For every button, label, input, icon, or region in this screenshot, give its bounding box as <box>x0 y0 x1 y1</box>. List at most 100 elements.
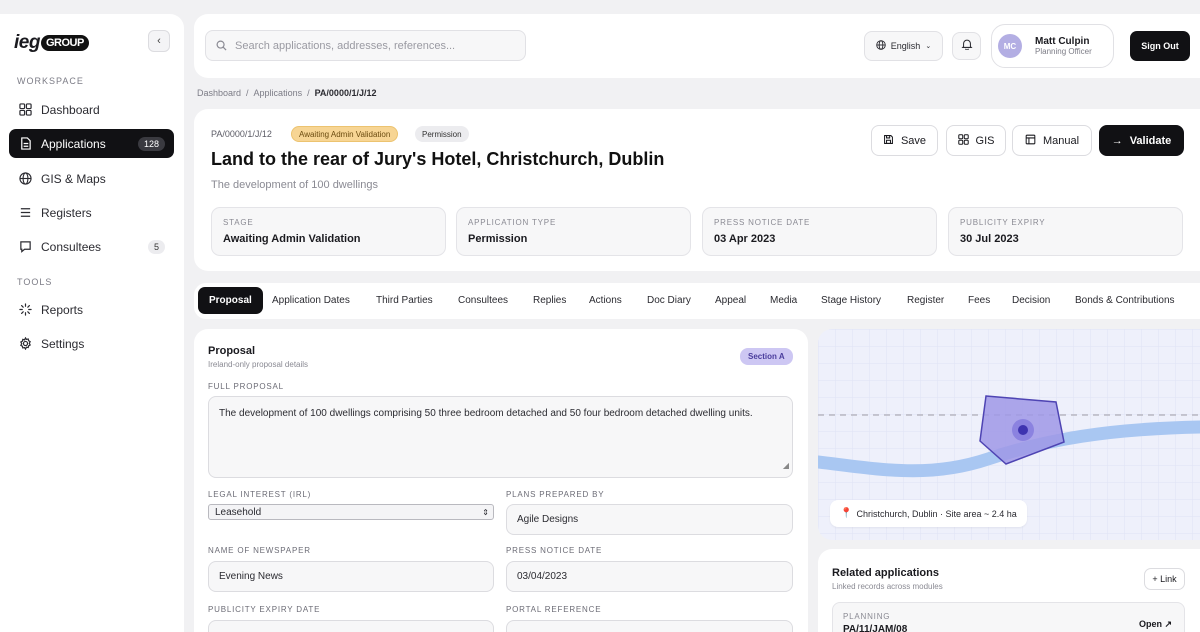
tab-proposal[interactable]: Proposal <box>198 287 263 314</box>
press-notice-date-label: PRESS NOTICE DATE <box>506 546 603 555</box>
sidebar-item-gis-maps[interactable]: GIS & Maps <box>9 164 174 193</box>
status-badge: Awaiting Admin Validation <box>291 126 399 142</box>
legal-interest-select[interactable]: Leasehold ⇕ <box>208 504 494 520</box>
site-marker[interactable] <box>1018 425 1028 435</box>
proposal-subtitle: Ireland-only proposal details <box>208 360 309 369</box>
sidebar: ieg GROUP ‹ WORKSPACE Dashboard Applicati… <box>0 14 184 632</box>
sidebar-item-reports[interactable]: Reports <box>9 295 174 324</box>
user-role: Planning Officer <box>1035 47 1092 56</box>
tab-appeal[interactable]: Appeal <box>715 287 746 314</box>
gear-icon <box>18 337 32 351</box>
tab-register[interactable]: Register <box>907 287 944 314</box>
stat-press-notice-date: PRESS NOTICE DATE 03 Apr 2023 <box>702 207 937 256</box>
stat-value: Permission <box>468 233 528 245</box>
workspace-section-label: WORKSPACE <box>17 76 84 86</box>
globe-icon <box>18 172 32 186</box>
applications-count-badge: 128 <box>137 136 165 151</box>
gis-label: GIS <box>975 134 995 147</box>
sign-out-button[interactable]: Sign Out <box>1130 31 1190 61</box>
type-badge: Permission <box>415 126 469 142</box>
plans-prepared-label: PLANS PREPARED BY <box>506 490 605 499</box>
tab-third-parties[interactable]: Third Parties <box>376 287 433 314</box>
gis-button[interactable]: GIS <box>946 125 1006 156</box>
tab-actions[interactable]: Actions <box>589 287 622 314</box>
user-menu[interactable]: MC Matt Culpin Planning Officer <box>991 24 1114 68</box>
proposal-card: Proposal Ireland-only proposal details S… <box>194 329 808 632</box>
notifications-button[interactable] <box>952 32 981 60</box>
sidebar-item-applications[interactable]: Applications 128 <box>9 129 174 158</box>
add-link-button[interactable]: + Link <box>1144 568 1185 590</box>
chat-icon <box>18 240 32 254</box>
sidebar-item-label: Settings <box>41 336 85 351</box>
page-subtitle: The development of 100 dwellings <box>211 179 378 191</box>
logo-main: ieg <box>14 32 40 53</box>
portal-reference-field[interactable] <box>506 620 793 632</box>
proposal-title: Proposal <box>208 345 256 357</box>
legal-interest-label: LEGAL INTEREST (IRL) <box>208 490 312 499</box>
file-icon <box>18 137 32 151</box>
sidebar-item-label: Consultees <box>41 239 102 254</box>
tab-bonds-contributions[interactable]: Bonds & Contributions <box>1075 287 1175 314</box>
search-icon <box>216 40 227 51</box>
tab-decision[interactable]: Decision <box>1012 287 1050 314</box>
tab-bar: Proposal Application Dates Third Parties… <box>194 283 1200 319</box>
breadcrumb: Dashboard / Applications / PA/0000/1/J/12 <box>197 88 377 98</box>
list-item[interactable]: PLANNING PA/11/JAM/08 Open ↗ <box>832 602 1185 632</box>
newspaper-label: NAME OF NEWSPAPER <box>208 546 311 555</box>
resize-handle-icon[interactable]: ◢ <box>783 458 789 474</box>
page-title: Land to the rear of Jury's Hotel, Christ… <box>211 149 665 169</box>
press-notice-date-value: 03/04/2023 <box>517 571 568 582</box>
tab-application-dates[interactable]: Application Dates <box>272 287 350 314</box>
list-icon <box>18 206 32 220</box>
manual-button[interactable]: Manual <box>1012 125 1092 156</box>
search-placeholder: Search applications, addresses, referenc… <box>235 39 456 52</box>
stat-value: 30 Jul 2023 <box>960 233 1019 245</box>
sidebar-item-consultees[interactable]: Consultees 5 <box>9 232 174 261</box>
breadcrumb-dashboard[interactable]: Dashboard <box>197 88 241 98</box>
sidebar-item-label: Registers <box>41 205 92 220</box>
sidebar-item-label: Reports <box>41 302 84 317</box>
tab-fees[interactable]: Fees <box>968 287 990 314</box>
plans-prepared-value: Agile Designs <box>517 514 579 525</box>
save-label: Save <box>900 134 927 147</box>
tab-media[interactable]: Media <box>770 287 797 314</box>
full-proposal-textarea[interactable]: The development of 100 dwellings compris… <box>208 396 793 478</box>
sidebar-item-label: GIS & Maps <box>41 171 106 186</box>
publicity-expiry-field[interactable] <box>208 620 494 632</box>
spinner-icon <box>18 303 32 317</box>
sidebar-item-registers[interactable]: Registers <box>9 198 174 227</box>
newspaper-value: Evening News <box>219 571 283 582</box>
search-input[interactable]: Search applications, addresses, referenc… <box>205 30 526 61</box>
tab-consultees[interactable]: Consultees <box>458 287 508 314</box>
validate-button[interactable]: → Validate <box>1099 125 1184 156</box>
sidebar-item-label: Dashboard <box>41 102 100 117</box>
newspaper-field[interactable]: Evening News <box>208 561 494 592</box>
book-icon <box>1025 134 1036 148</box>
save-icon <box>883 134 894 148</box>
sidebar-item-settings[interactable]: Settings <box>9 329 174 358</box>
stat-label: STAGE <box>223 218 254 227</box>
map-location-chip: 📍 Christchurch, Dublin · Site area ~ 2.4… <box>830 500 1027 527</box>
stat-label: PRESS NOTICE DATE <box>714 218 811 227</box>
full-proposal-label: FULL PROPOSAL <box>208 382 284 391</box>
collapse-sidebar-button[interactable]: ‹ <box>148 30 170 52</box>
avatar: MC <box>998 34 1022 58</box>
dashboard-icon <box>18 103 32 117</box>
tab-replies[interactable]: Replies <box>533 287 566 314</box>
stat-label: PUBLICITY EXPIRY <box>960 218 1046 227</box>
stat-publicity-expiry: PUBLICITY EXPIRY 30 Jul 2023 <box>948 207 1183 256</box>
tab-stage-history[interactable]: Stage History <box>821 287 881 314</box>
bell-icon <box>960 37 973 55</box>
save-button[interactable]: Save <box>871 125 938 156</box>
press-notice-date-field[interactable]: 03/04/2023 <box>506 561 793 592</box>
stat-application-type: APPLICATION TYPE Permission <box>456 207 691 256</box>
breadcrumb-applications[interactable]: Applications <box>254 88 303 98</box>
brand-logo[interactable]: ieg GROUP <box>14 32 89 54</box>
plans-prepared-field[interactable]: Agile Designs <box>506 504 793 535</box>
open-link[interactable]: Open ↗ <box>1139 619 1172 630</box>
tab-doc-diary[interactable]: Doc Diary <box>647 287 691 314</box>
sidebar-item-dashboard[interactable]: Dashboard <box>9 95 174 124</box>
related-ref: PA/11/JAM/08 <box>843 624 908 632</box>
site-map[interactable]: 📍 Christchurch, Dublin · Site area ~ 2.4… <box>818 329 1200 540</box>
language-select[interactable]: English ⌄ <box>864 31 943 61</box>
